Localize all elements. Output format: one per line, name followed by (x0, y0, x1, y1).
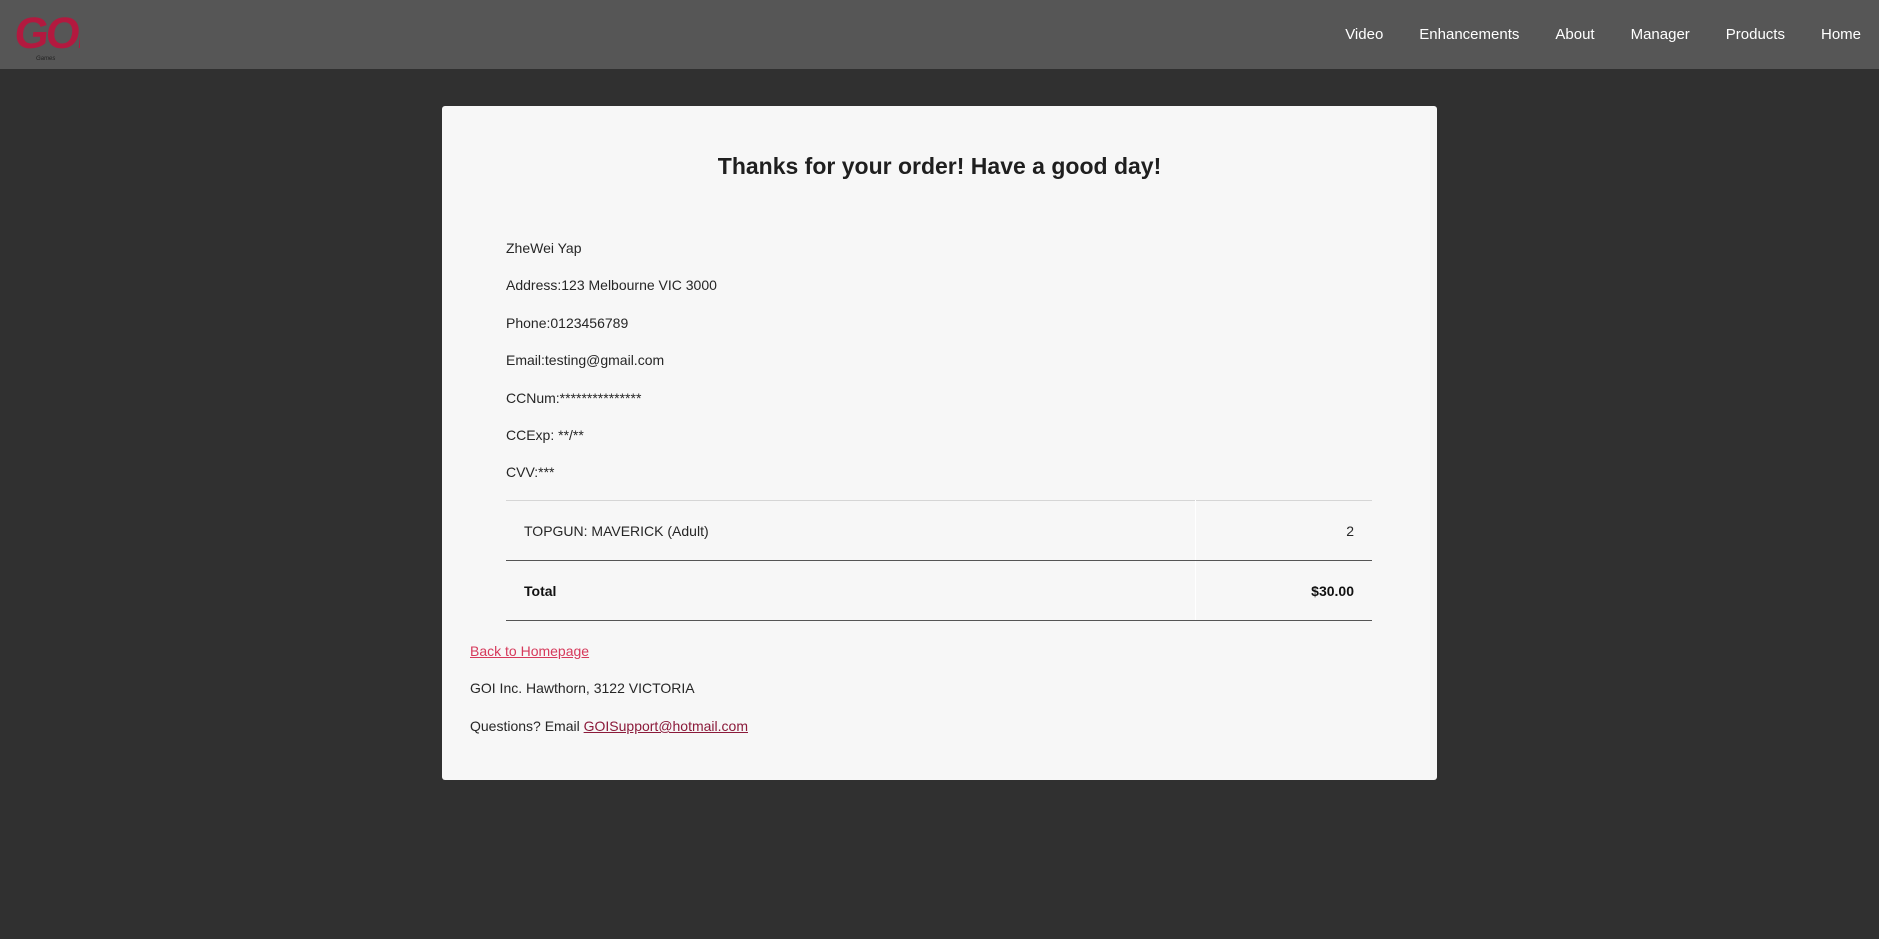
customer-address: Address:123 Melbourne VIC 3000 (506, 277, 717, 293)
page-title: Thanks for your order! Have a good day! (717, 153, 1162, 179)
order-item-name: TOPGUN: MAVERICK (Adult) (506, 500, 1196, 561)
nav-link-enhancements[interactable]: Enhancements (1419, 26, 1519, 43)
support-line: Questions? Email GOISupport@hotmail.com (470, 718, 748, 734)
credit-card-expiry: CCExp: **/** (506, 427, 584, 443)
total-row: Total $30.00 (506, 560, 1372, 621)
company-address: GOI Inc. Hawthorn, 3122 VICTORIA (470, 680, 695, 696)
order-item-quantity: 2 (1195, 500, 1372, 561)
svg-text:GOI: GOI (16, 9, 80, 58)
table-row: TOPGUN: MAVERICK (Adult) 2 (506, 500, 1372, 561)
nav-link-about[interactable]: About (1555, 26, 1594, 43)
top-navigation-bar: GOI Games Video Enhancements About Manag… (0, 0, 1879, 69)
total-value: $30.00 (1195, 560, 1372, 621)
goi-logo[interactable]: GOI Games (16, 4, 80, 64)
support-email-link[interactable]: GOISupport@hotmail.com (584, 718, 748, 734)
back-link-container: Back to Homepage (470, 643, 589, 659)
customer-email: Email:testing@gmail.com (506, 352, 665, 368)
order-confirmation-card (442, 106, 1437, 780)
nav-link-manager[interactable]: Manager (1631, 26, 1690, 43)
nav-link-video[interactable]: Video (1345, 26, 1383, 43)
main-nav: Video Enhancements About Manager Product… (1345, 0, 1879, 69)
back-to-homepage-link[interactable]: Back to Homepage (470, 643, 589, 659)
nav-link-home[interactable]: Home (1821, 26, 1861, 43)
total-label: Total (506, 560, 1196, 621)
support-prefix: Questions? Email (470, 718, 584, 734)
order-summary-table: TOPGUN: MAVERICK (Adult) 2 Total $30.00 (506, 500, 1372, 621)
svg-text:Games: Games (36, 56, 55, 62)
customer-phone: Phone:0123456789 (506, 315, 629, 331)
nav-link-products[interactable]: Products (1726, 26, 1785, 43)
credit-card-cvv: CVV:*** (506, 464, 555, 480)
credit-card-number: CCNum:*************** (506, 390, 642, 406)
customer-name: ZheWei Yap (506, 240, 582, 256)
